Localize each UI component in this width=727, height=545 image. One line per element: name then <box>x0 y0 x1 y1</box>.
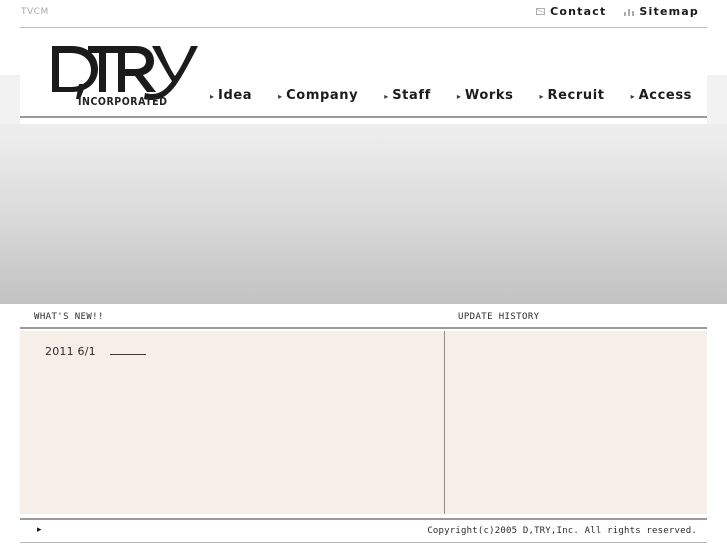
news-date: 2011 6/1 <box>45 345 96 358</box>
page-root: TVCM Contact Sitemap INCORPORATED ▸ Idea… <box>0 0 727 545</box>
chevron-right-icon: ▸ <box>456 92 461 101</box>
utility-bar: TVCM Contact Sitemap <box>20 0 707 28</box>
hero-image-area <box>0 124 727 304</box>
contact-link-label: Contact <box>550 5 607 18</box>
logo-subtitle: INCORPORATED <box>78 95 168 108</box>
whats-new-header: WHAT'S NEW!! <box>34 312 104 322</box>
page-top-link[interactable]: ▸ <box>37 525 42 534</box>
sitemap-link[interactable]: Sitemap <box>624 5 699 18</box>
nav-item-staff[interactable]: ▸ Staff <box>384 88 431 103</box>
list-item: 2011 6/1 <box>45 345 146 358</box>
contact-link[interactable]: Contact <box>536 5 606 18</box>
whats-new-panel: 2011 6/1 <box>20 331 445 514</box>
utility-links: Contact Sitemap <box>536 5 699 18</box>
sitemap-icon <box>624 8 635 16</box>
right-gutter-top <box>707 75 727 124</box>
nav-item-label: Works <box>464 88 514 103</box>
update-history-header: UPDATE HISTORY <box>458 312 540 322</box>
main-nav: ▸ Idea ▸ Company ▸ Staff ▸ Works ▸ Recru… <box>210 88 692 103</box>
chevron-right-icon: ▸ <box>210 92 215 101</box>
logo[interactable]: INCORPORATED <box>48 44 198 108</box>
news-title-link[interactable] <box>109 345 146 355</box>
nav-item-label: Staff <box>392 88 431 103</box>
nav-item-label: Idea <box>218 88 253 103</box>
nav-item-recruit[interactable]: ▸ Recruit <box>540 88 605 103</box>
left-gutter-top <box>0 75 20 124</box>
copyright-text: Copyright(c)2005 D,TRY,Inc. All rights r… <box>427 526 697 536</box>
utility-left-label: TVCM <box>21 7 49 17</box>
chevron-right-icon: ▸ <box>539 92 544 101</box>
site-footer: ▸ Copyright(c)2005 D,TRY,Inc. All rights… <box>20 518 707 543</box>
chevron-right-icon: ▸ <box>278 92 283 101</box>
mail-icon <box>536 8 546 15</box>
update-history-panel <box>445 331 707 514</box>
nav-item-works[interactable]: ▸ Works <box>457 88 514 103</box>
chevron-right-icon: ▸ <box>384 92 389 101</box>
nav-item-idea[interactable]: ▸ Idea <box>210 88 252 103</box>
nav-item-label: Company <box>286 88 359 103</box>
panel-body: 2011 6/1 <box>20 331 707 514</box>
site-header: INCORPORATED ▸ Idea ▸ Company ▸ Staff ▸ … <box>20 28 707 118</box>
nav-item-label: Recruit <box>547 88 605 103</box>
nav-item-company[interactable]: ▸ Company <box>278 88 358 103</box>
nav-item-access[interactable]: ▸ Access <box>631 88 692 103</box>
nav-item-label: Access <box>638 88 692 103</box>
sitemap-link-label: Sitemap <box>639 5 699 18</box>
chevron-right-icon: ▸ <box>630 92 635 101</box>
panel-header-bar: WHAT'S NEW!! UPDATE HISTORY <box>20 304 707 329</box>
